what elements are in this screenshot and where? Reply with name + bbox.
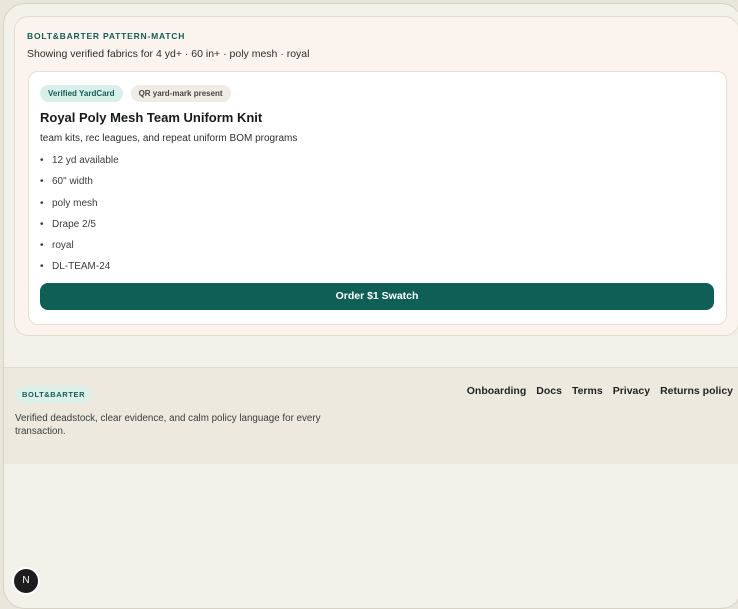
spec-item: • 60" width [40,176,119,197]
fabric-title: Royal Poly Mesh Team Uniform Knit [40,110,263,125]
footer-brand[interactable]: BOLT&BARTER [15,386,93,403]
fabric-use-cases: team kits, rec leagues, and repeat unifo… [40,133,298,144]
footer-link-onboarding[interactable]: Onboarding [467,385,527,397]
spec-item: • royal [40,240,119,261]
bullet-icon: • [40,261,44,273]
footer-link-privacy[interactable]: Privacy [613,385,650,397]
pattern-match-panel: BOLT&BARTER PATTERN-MATCH Showing verifi… [14,16,738,336]
spec-text: 60" width [52,176,93,188]
panel-eyebrow: BOLT&BARTER PATTERN-MATCH [27,31,186,41]
app-frame: BOLT&BARTER PATTERN-MATCH Showing verifi… [3,3,738,609]
footer-link-terms[interactable]: Terms [572,385,603,397]
order-swatch-button[interactable]: Order $1 Swatch [40,283,714,310]
bullet-icon: • [40,155,44,166]
bullet-icon: • [40,240,44,252]
spec-item: • poly mesh [40,198,119,219]
spec-item: • DL-TEAM-24 [40,261,119,282]
spec-text: DL-TEAM-24 [52,261,111,273]
qr-badge: QR yard-mark present [130,85,231,102]
spec-text: 12 yd available [52,155,119,166]
next-dev-indicator-button[interactable]: N [14,569,38,593]
footer-link-returns-policy[interactable]: Returns policy [660,385,733,397]
site-footer: BOLT&BARTER Verified deadstock, clear ev… [4,367,738,464]
spec-text: royal [52,240,74,252]
bullet-icon: • [40,218,44,230]
spec-item: • 12 yd available [40,155,119,176]
spec-item: • Drape 2/5 [40,219,119,240]
spec-text: poly mesh [52,197,98,209]
verified-badge: Verified YardCard [40,85,123,102]
footer-tagline: Verified deadstock, clear evidence, and … [15,413,321,437]
fabric-card: Verified YardCard QR yard-mark present R… [28,71,727,325]
badge-row: Verified YardCard QR yard-mark present [40,85,231,102]
footer-nav: Onboarding Docs Terms Privacy Returns po… [467,385,733,397]
spec-list: • 12 yd available • 60" width • poly mesh •… [40,155,119,283]
bullet-icon: • [40,197,44,209]
panel-subtitle: Showing verified fabrics for 4 yd+ · 60 … [27,48,310,60]
bullet-icon: • [40,176,44,188]
footer-link-docs[interactable]: Docs [536,385,562,397]
spec-text: Drape 2/5 [52,218,96,230]
